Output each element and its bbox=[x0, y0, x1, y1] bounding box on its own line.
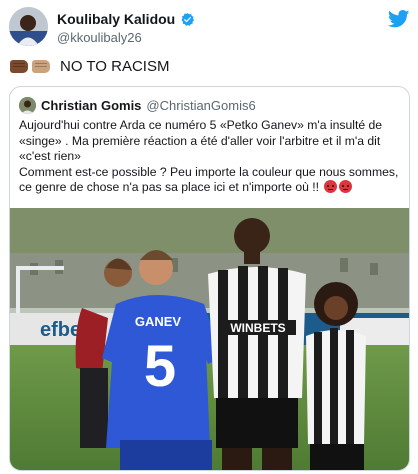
angry-face-icon bbox=[339, 180, 353, 194]
tweet-text: NO TO RACISM bbox=[10, 58, 169, 75]
angry-face-icon bbox=[324, 180, 338, 194]
jersey-name: GANEV bbox=[135, 314, 182, 329]
quoted-user-avatar[interactable] bbox=[19, 97, 36, 114]
quoted-paragraph: Comment est-ce possible ? Peu importe la… bbox=[19, 165, 404, 196]
quoted-tweet[interactable]: Christian Gomis @ChristianGomis6 Aujourd… bbox=[9, 86, 410, 471]
quoted-display-name[interactable]: Christian Gomis bbox=[41, 98, 141, 113]
display-name[interactable]: Koulibaly Kalidou bbox=[57, 11, 175, 27]
tweet-text-content: NO TO RACISM bbox=[60, 58, 170, 75]
jersey-number: 5 bbox=[144, 334, 176, 399]
quoted-paragraph: Aujourd'hui contre Arda ce numéro 5 «Pet… bbox=[19, 118, 383, 164]
tweet-header: Koulibaly Kalidou @kkoulibaly26 bbox=[0, 0, 418, 52]
jersey-sponsor: WINBETS bbox=[230, 321, 285, 335]
quoted-user-handle[interactable]: @ChristianGomis6 bbox=[146, 98, 255, 113]
verified-badge-icon bbox=[181, 12, 195, 26]
user-handle[interactable]: @kkoulibaly26 bbox=[57, 30, 142, 45]
user-avatar[interactable] bbox=[9, 7, 48, 46]
light-fist-icon bbox=[32, 60, 50, 73]
football-photo: efbet GANEV 5 WINBETS bbox=[10, 208, 409, 470]
quoted-tweet-body: Aujourd'hui contre Arda ce numéro 5 «Pet… bbox=[19, 118, 404, 196]
quoted-tweet-header: Christian Gomis @ChristianGomis6 bbox=[19, 97, 256, 114]
tweet-photo[interactable]: efbet GANEV 5 WINBETS bbox=[10, 208, 409, 470]
name-row: Koulibaly Kalidou bbox=[57, 11, 195, 27]
dark-fist-icon bbox=[10, 60, 28, 73]
twitter-bird-icon[interactable] bbox=[388, 10, 410, 28]
